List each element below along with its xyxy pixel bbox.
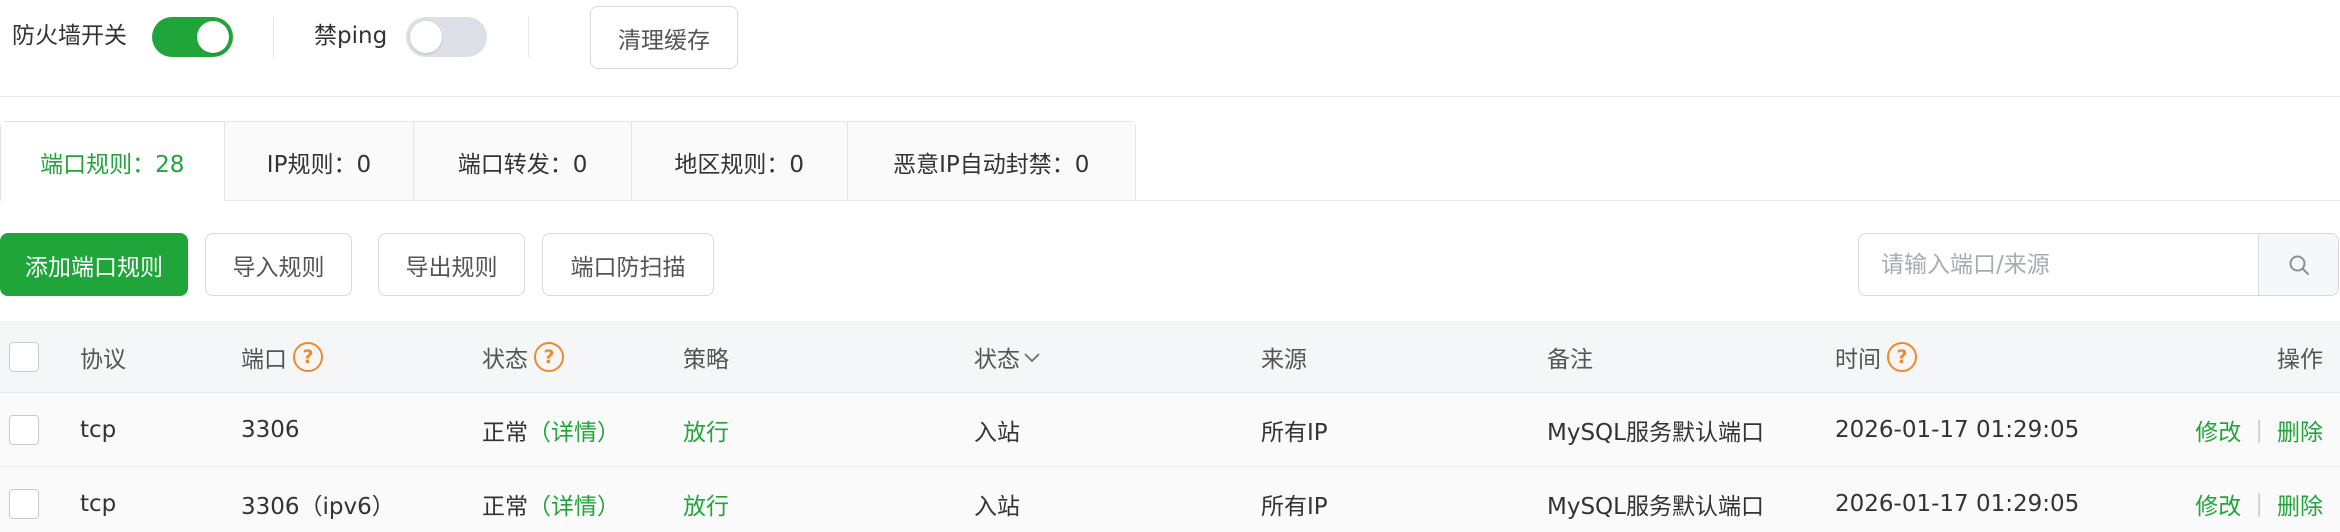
add-port-rule-button[interactable]: 添加端口规则 bbox=[0, 233, 188, 296]
toggle-knob bbox=[197, 21, 229, 53]
delete-link[interactable]: 删除 bbox=[2277, 487, 2323, 521]
search-box bbox=[1858, 233, 2339, 296]
ping-toggle[interactable] bbox=[406, 17, 487, 57]
header-time: 时间 bbox=[1835, 346, 1881, 373]
detail-link[interactable]: （详情） bbox=[528, 487, 620, 521]
time-cell: 2026-01-17 01:29:05 bbox=[1835, 416, 2080, 443]
header-remark: 备注 bbox=[1547, 346, 1593, 373]
header-port: 端口 bbox=[241, 346, 287, 373]
tabs-baseline-inner bbox=[224, 200, 1136, 201]
tab-port-forward[interactable]: 端口转发：0 bbox=[414, 122, 632, 201]
top-divider bbox=[0, 96, 2340, 97]
tab-region-rules[interactable]: 地区规则：0 bbox=[631, 122, 848, 201]
direction-cell: 入站 bbox=[974, 419, 1020, 446]
direction-cell: 入站 bbox=[974, 493, 1020, 520]
chevron-down-icon bbox=[1024, 352, 1040, 362]
header-status-cell: 状态 ? bbox=[482, 321, 564, 392]
port-anti-scan-button[interactable]: 端口防扫描 bbox=[542, 233, 714, 296]
protocol-cell: tcp bbox=[80, 416, 117, 443]
header-source: 来源 bbox=[1261, 346, 1307, 373]
export-rules-button[interactable]: 导出规则 bbox=[378, 233, 525, 296]
edit-link[interactable]: 修改 bbox=[2195, 413, 2241, 447]
header-time-cell: 时间 ? bbox=[1835, 321, 1917, 392]
ping-switch-label: 禁ping bbox=[314, 23, 388, 49]
status-cell: 正常 （详情） bbox=[482, 393, 620, 466]
status-cell: 正常 （详情） bbox=[482, 467, 620, 532]
select-all-checkbox[interactable] bbox=[9, 341, 39, 372]
table-row: tcp 3306 正常 （详情） 放行 入站 所有IP MySQL服务默认端口 … bbox=[0, 393, 2340, 467]
table-row: tcp 3306（ipv6） 正常 （详情） 放行 入站 所有IP MySQL服… bbox=[0, 467, 2340, 532]
actions-cell: 修改 | 删除 bbox=[2195, 393, 2323, 466]
header-protocol: 协议 bbox=[80, 346, 126, 373]
header-policy: 策略 bbox=[683, 346, 729, 373]
firewall-switch-label: 防火墙开关 bbox=[12, 23, 127, 49]
remark-cell: MySQL服务默认端口 bbox=[1547, 419, 1764, 446]
actions-cell: 修改 | 删除 bbox=[2195, 467, 2323, 532]
status-text: 正常 bbox=[482, 419, 528, 446]
tabs-baseline bbox=[1136, 200, 2340, 201]
policy-link[interactable]: 放行 bbox=[683, 393, 729, 466]
port-cell: 3306（ipv6） bbox=[241, 493, 395, 520]
remark-cell: MySQL服务默认端口 bbox=[1547, 493, 1764, 520]
edit-link[interactable]: 修改 bbox=[2195, 487, 2241, 521]
header-direction: 状态 bbox=[974, 346, 1020, 373]
header-actions: 操作 bbox=[2277, 346, 2323, 373]
detail-link[interactable]: （详情） bbox=[528, 413, 620, 447]
question-circle-icon[interactable]: ? bbox=[534, 341, 564, 372]
tab-port-rules[interactable]: 端口规则：28 bbox=[1, 122, 225, 201]
row-checkbox[interactable] bbox=[9, 414, 39, 445]
divider bbox=[528, 17, 529, 57]
source-cell: 所有IP bbox=[1261, 419, 1328, 446]
tab-ip-rules[interactable]: IP规则：0 bbox=[224, 122, 415, 201]
protocol-cell: tcp bbox=[80, 490, 117, 517]
question-circle-icon[interactable]: ? bbox=[293, 341, 323, 372]
tab-malicious-ip-ban[interactable]: 恶意IP自动封禁：0 bbox=[847, 122, 1135, 201]
action-divider: | bbox=[2255, 416, 2263, 443]
source-cell: 所有IP bbox=[1261, 493, 1328, 520]
question-circle-icon[interactable]: ? bbox=[1887, 341, 1917, 372]
policy-link[interactable]: 放行 bbox=[683, 467, 729, 532]
search-input[interactable] bbox=[1859, 234, 2258, 295]
table-header: 协议 端口 ? 状态 ? 策略 状态 来源 备注 时间 ? 操作 bbox=[0, 321, 2340, 393]
rule-tabs: 端口规则：28 IP规则：0 端口转发：0 地区规则：0 恶意IP自动封禁：0 bbox=[0, 121, 1136, 201]
status-text: 正常 bbox=[482, 493, 528, 520]
firewall-toggle[interactable] bbox=[152, 17, 233, 57]
search-icon bbox=[2289, 255, 2309, 275]
time-cell: 2026-01-17 01:29:05 bbox=[1835, 490, 2080, 517]
port-cell: 3306 bbox=[241, 416, 300, 443]
header-direction-cell[interactable]: 状态 bbox=[974, 321, 1042, 392]
header-port-cell: 端口 ? bbox=[241, 321, 323, 392]
delete-link[interactable]: 删除 bbox=[2277, 413, 2323, 447]
row-checkbox[interactable] bbox=[9, 488, 39, 519]
header-status: 状态 bbox=[482, 346, 528, 373]
divider bbox=[273, 17, 274, 57]
clear-cache-button[interactable]: 清理缓存 bbox=[590, 6, 738, 69]
toggle-knob bbox=[410, 21, 442, 53]
search-button[interactable] bbox=[2258, 234, 2338, 295]
action-divider: | bbox=[2255, 490, 2263, 517]
import-rules-button[interactable]: 导入规则 bbox=[205, 233, 352, 296]
